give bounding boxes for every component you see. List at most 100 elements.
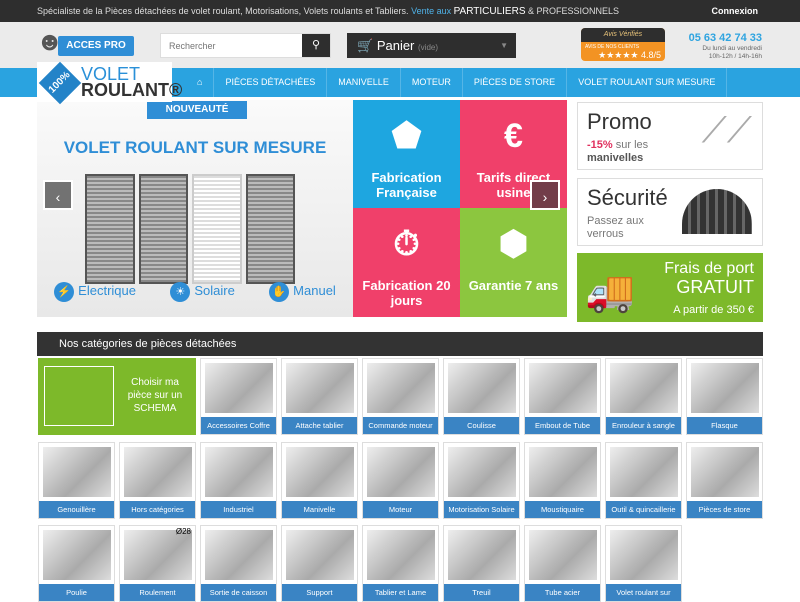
category-card[interactable]: Genouillère [38, 442, 115, 519]
category-image [367, 447, 435, 497]
category-label: Treuil [444, 584, 519, 601]
hero-title: VOLET ROULANT SUR MESURE [63, 138, 327, 157]
category-image [691, 447, 759, 497]
category-card[interactable]: Accessoires Coffre [200, 358, 277, 435]
category-label: Support [282, 584, 357, 601]
promo-title: Promo [587, 109, 652, 134]
security-title: Sécurité [587, 185, 668, 210]
nav-pieces-detachees[interactable]: PIÈCES DÉTACHÉES [214, 68, 328, 97]
category-label: Hors catégories [120, 501, 195, 518]
category-card[interactable]: Treuil [443, 525, 520, 602]
category-label: Industriel [201, 501, 276, 518]
category-card[interactable]: Support [281, 525, 358, 602]
search-icon: ⚲ [311, 39, 321, 51]
category-image [529, 363, 597, 413]
hero-features: ⚡ Electrique ☀ Solaire ✋ Manuel [37, 282, 353, 302]
category-label: Embout de Tube [525, 417, 600, 434]
nav-moteur[interactable]: MOTEUR [401, 68, 463, 97]
category-image [124, 447, 192, 497]
category-card[interactable]: Roulement Ø28 [119, 525, 196, 602]
category-image [286, 530, 354, 580]
hero-slider[interactable]: NOUVEAUTÉ VOLET ROULANT SUR MESURE ⚡ Elec… [37, 100, 353, 317]
category-label: Commande moteur [363, 417, 438, 434]
category-image [43, 447, 111, 497]
search-button[interactable]: ⚲ [302, 34, 330, 57]
category-image [205, 447, 273, 497]
category-label: Motorisation Solaire [444, 501, 519, 518]
category-card[interactable]: Attache tablier [281, 358, 358, 435]
category-label: Manivelle [282, 501, 357, 518]
category-card[interactable]: Coulisse [443, 358, 520, 435]
category-label: Flasque [687, 417, 762, 434]
category-card[interactable]: Motorisation Solaire [443, 442, 520, 519]
pro-access-button[interactable]: ACCES PRO [58, 36, 134, 56]
category-card[interactable]: Volet roulant sur [605, 525, 682, 602]
lightning-icon: ⚡ [54, 282, 75, 302]
category-card[interactable]: Flasque [686, 358, 763, 435]
category-card[interactable]: Hors catégories [119, 442, 196, 519]
diameter-tag: Ø28 [175, 527, 191, 536]
category-image [448, 447, 516, 497]
category-image [367, 363, 435, 413]
category-card[interactable]: Tablier et Lame [362, 525, 439, 602]
category-image [529, 447, 597, 497]
category-image [448, 363, 516, 413]
category-label: Outil & quincaillerie [606, 501, 681, 518]
truck-icon: 🚚 [585, 270, 635, 314]
top-bar: Spécialiste de la Pièces détachées de vo… [0, 0, 800, 22]
category-label: Tablier et Lame [363, 584, 438, 601]
nav-volet-sur-mesure[interactable]: VOLET ROULANT SUR MESURE [567, 68, 728, 97]
category-card[interactable]: Industriel [200, 442, 277, 519]
category-card[interactable]: Outil & quincaillerie [605, 442, 682, 519]
home-icon: ⌂ [197, 77, 203, 87]
category-card[interactable]: Commande moteur [362, 358, 439, 435]
schema-button[interactable]: Choisir ma pièce sur un SCHEMA [38, 358, 196, 435]
category-image [529, 530, 597, 580]
france-map-icon: ⬟ [391, 117, 422, 155]
slider-prev-button[interactable]: ‹ [43, 180, 73, 210]
category-card[interactable]: Embout de Tube [524, 358, 601, 435]
tile-garantie[interactable]: ⬢ Garantie 7 ans [460, 208, 567, 317]
category-image [124, 530, 192, 580]
category-label: Roulement [120, 584, 195, 601]
cart-button[interactable]: 🛒 Panier (vide) ▼ [347, 33, 516, 58]
category-card[interactable]: Enrouleur à sangle [605, 358, 682, 435]
phone-number: 05 63 42 74 33 [688, 32, 762, 44]
promo-banner[interactable]: Promo -15% sur les manivelles ⟋⟋ [577, 102, 763, 170]
category-label: Moustiquaire [525, 501, 600, 518]
category-card[interactable]: Tube acier [524, 525, 601, 602]
shutter-schema-icon [44, 366, 114, 426]
chevron-down-icon: ▼ [500, 41, 508, 50]
nav-home[interactable]: ⌂ [186, 68, 215, 97]
search-box: ⚲ [160, 33, 331, 58]
badge-7-icon: ⬢ [498, 225, 529, 263]
category-card[interactable]: Moteur [362, 442, 439, 519]
category-card[interactable]: Manivelle [281, 442, 358, 519]
site-logo[interactable]: 100% VOLET ROULANT® [37, 61, 182, 105]
crank-icon: ⟋⟋ [701, 109, 752, 150]
category-card[interactable]: Poulie [38, 525, 115, 602]
lock-slats-image [682, 189, 752, 234]
security-banner[interactable]: Sécurité Passez aux verrous [577, 178, 763, 246]
category-label: Genouillère [39, 501, 114, 518]
schema-label: Choisir ma pièce sur un SCHEMA [127, 377, 183, 414]
free-shipping-banner[interactable]: 🚚 Frais de port GRATUIT A partir de 350 € [577, 253, 763, 322]
category-image [43, 530, 111, 580]
security-text: Passez aux verrous [587, 215, 644, 240]
nav-pieces-de-store[interactable]: PIÈCES DE STORE [463, 68, 568, 97]
category-image [205, 363, 273, 413]
category-card[interactable]: Pièces de store [686, 442, 763, 519]
category-card[interactable]: Sortie de caisson [200, 525, 277, 602]
tile-fabrication-20-jours[interactable]: ⏱ Fabrication 20 jours [353, 208, 460, 317]
tile-fabrication-francaise[interactable]: ⬟ Fabrication Française [353, 100, 460, 208]
search-input[interactable] [161, 34, 301, 57]
login-link[interactable]: Connexion [712, 0, 759, 22]
nav-manivelle[interactable]: MANIVELLE [327, 68, 401, 97]
slider-next-button[interactable]: › [530, 180, 560, 210]
category-label: Enrouleur à sangle [606, 417, 681, 434]
category-label: Accessoires Coffre [201, 417, 276, 434]
reviews-badge[interactable]: Avis Vérifiés AVIS DE NOS CLIENTS ★★★★★ … [581, 28, 665, 61]
category-card[interactable]: Moustiquaire [524, 442, 601, 519]
piggy-bank-icon: € [504, 117, 523, 155]
category-image [205, 530, 273, 580]
